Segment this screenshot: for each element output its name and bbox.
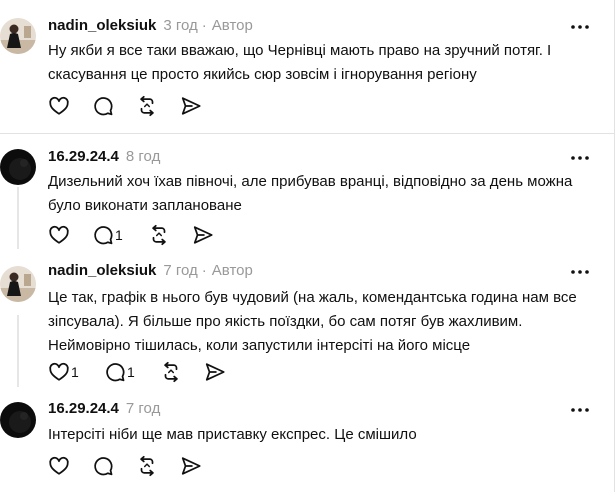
comment-4: 16.29.24.4 7 год Інтерсіті ніби ще мав п…: [0, 390, 614, 492]
action-bar: [48, 454, 224, 478]
timestamp[interactable]: 7 год: [126, 400, 160, 417]
repost-button[interactable]: [160, 360, 204, 384]
repost-arrows-icon: [164, 361, 178, 383]
separator-dot: ·: [201, 262, 207, 279]
repost-button[interactable]: [136, 454, 180, 478]
comment-header: nadin_oleksiuk 7 год · Автор: [48, 262, 253, 282]
username[interactable]: 16.29.24.4: [48, 400, 119, 417]
like-button[interactable]: [48, 454, 92, 478]
heart-icon: [49, 362, 69, 381]
username[interactable]: nadin_oleksiuk: [48, 17, 156, 34]
more-button[interactable]: [568, 148, 592, 168]
more-dots-icon: [571, 156, 589, 160]
comment-header: 16.29.24.4 8 год: [48, 148, 160, 168]
like-button[interactable]: 1: [48, 360, 104, 384]
paper-plane-icon: [181, 97, 201, 115]
timestamp[interactable]: 3 год: [163, 17, 197, 34]
more-dots-icon: [571, 408, 589, 412]
reply-count: 1: [115, 227, 123, 243]
comment-2: 16.29.24.4 8 год Дизельний хоч їхав півн…: [0, 134, 614, 252]
timestamp[interactable]: 7 год: [163, 262, 197, 279]
reply-count: 1: [127, 364, 135, 380]
avatar[interactable]: [0, 266, 36, 302]
avatar[interactable]: [0, 402, 36, 438]
share-button[interactable]: [180, 94, 224, 118]
comment-text: Інтерсіті ніби ще мав приставку експрес.…: [48, 426, 417, 443]
more-button[interactable]: [568, 262, 592, 282]
repost-button[interactable]: [136, 94, 180, 118]
reply-button[interactable]: 1: [92, 223, 148, 247]
paper-plane-icon: [193, 226, 213, 244]
comment-thread: nadin_oleksiuk 3 год · Автор Ну якби я в…: [0, 0, 615, 492]
author-badge: Автор: [211, 262, 253, 279]
reply-button[interactable]: 1: [104, 360, 160, 384]
speech-bubble-icon: [94, 457, 113, 476]
like-count: 1: [71, 364, 79, 380]
username[interactable]: nadin_oleksiuk: [48, 262, 156, 279]
avatar[interactable]: [0, 18, 36, 54]
comment-header: 16.29.24.4 7 год: [48, 400, 160, 420]
heart-icon: [49, 96, 69, 115]
share-button[interactable]: [180, 454, 224, 478]
action-bar: 1 1: [48, 360, 248, 384]
repost-arrows-icon: [140, 455, 154, 477]
comment-text: Ну якби я все таки вважаю, що Чернівці м…: [48, 42, 552, 83]
more-button[interactable]: [568, 400, 592, 420]
repost-button[interactable]: [148, 223, 192, 247]
repost-arrows-icon: [152, 224, 166, 246]
share-button[interactable]: [204, 360, 248, 384]
repost-arrows-icon: [140, 95, 154, 117]
action-bar: 1: [48, 223, 236, 247]
comment-1: nadin_oleksiuk 3 год · Автор Ну якби я в…: [0, 0, 614, 130]
speech-bubble-icon: [106, 363, 125, 382]
heart-icon: [49, 225, 69, 244]
more-dots-icon: [571, 25, 589, 29]
share-button[interactable]: [192, 223, 236, 247]
more-button[interactable]: [568, 17, 592, 37]
separator-dot: ·: [201, 17, 207, 34]
paper-plane-icon: [181, 457, 201, 475]
comment-text: Дизельний хоч їхав півночі, але прибував…: [48, 173, 573, 214]
username[interactable]: 16.29.24.4: [48, 148, 119, 165]
speech-bubble-icon: [94, 97, 113, 116]
avatar[interactable]: [0, 149, 36, 185]
comment-text: Це так, графік в нього був чудовий (на ж…: [48, 289, 577, 354]
timestamp[interactable]: 8 год: [126, 148, 160, 165]
like-button[interactable]: [48, 223, 92, 247]
action-bar: [48, 94, 224, 118]
like-button[interactable]: [48, 94, 92, 118]
more-dots-icon: [571, 270, 589, 274]
paper-plane-icon: [205, 363, 225, 381]
comment-header: nadin_oleksiuk 3 год · Автор: [48, 17, 253, 37]
heart-icon: [49, 456, 69, 475]
author-badge: Автор: [211, 17, 253, 34]
reply-button[interactable]: [92, 94, 136, 118]
reply-button[interactable]: [92, 454, 136, 478]
comment-3: nadin_oleksiuk 7 год · Автор Це так, гра…: [0, 252, 614, 390]
speech-bubble-icon: [94, 226, 113, 245]
